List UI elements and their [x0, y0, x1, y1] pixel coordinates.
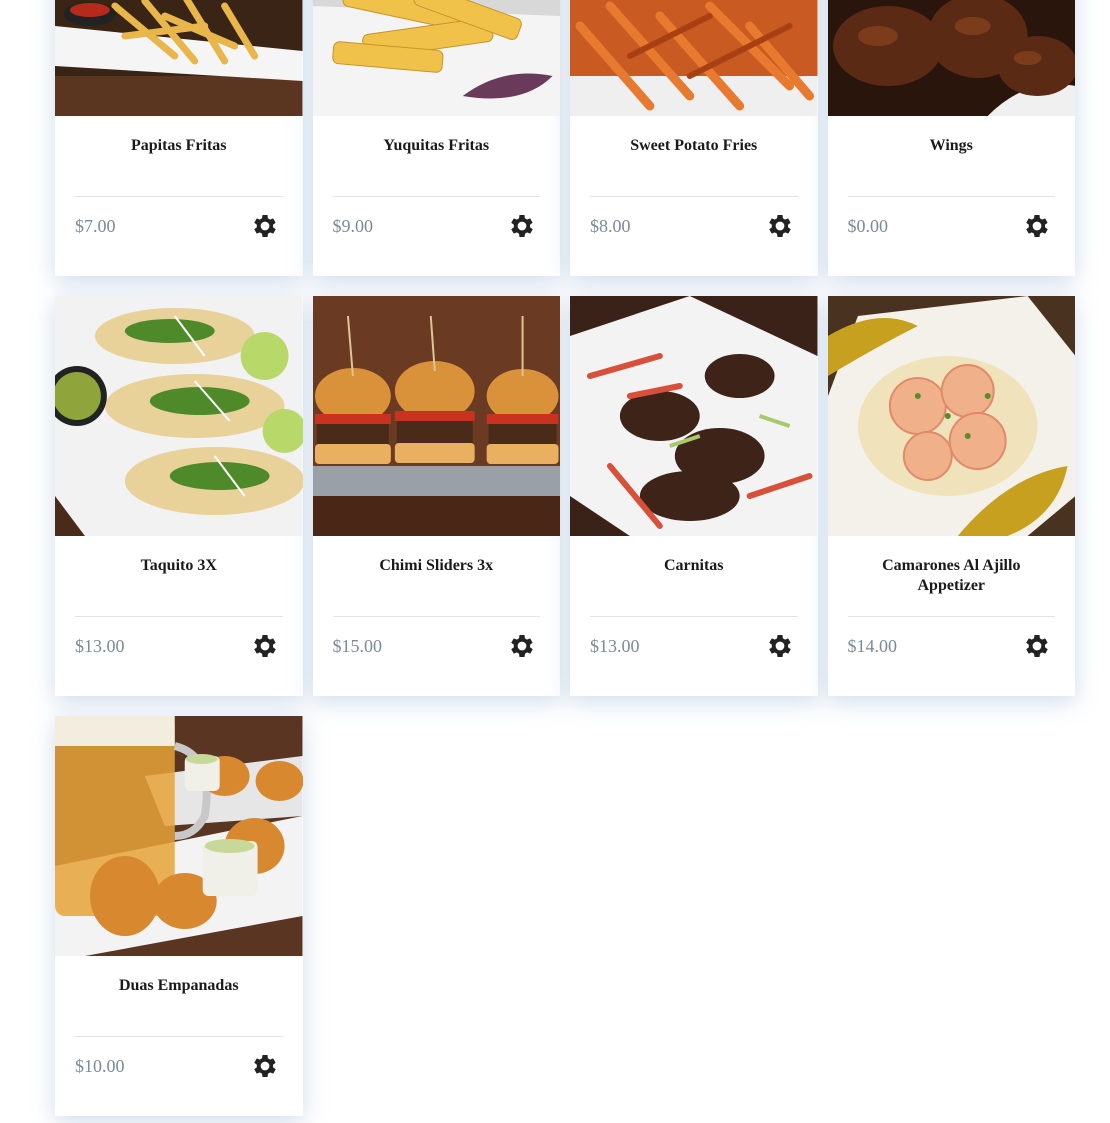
menu-item-price: $10.00 [75, 1055, 125, 1076]
menu-item-price: $13.00 [75, 635, 125, 656]
menu-item-title: Duas Empanadas [118, 977, 239, 994]
menu-item-price: $9.00 [332, 215, 374, 236]
menu-item-title: Sweet Potato Fries [630, 137, 758, 154]
menu-item-title: Carnitas [663, 557, 724, 574]
gear-icon[interactable] [1022, 211, 1052, 241]
yuca-fries-photo[interactable] [312, 0, 560, 116]
menu-item-footer: $13.00 [75, 616, 283, 675]
menu-item-price: $14.00 [847, 635, 898, 656]
menu-item-footer: $9.00 [332, 196, 540, 255]
menu-item-footer: $7.00 [75, 196, 283, 255]
carnitas-photo[interactable] [570, 296, 818, 536]
gear-icon[interactable] [507, 211, 537, 241]
menu-item-title: Taquito 3X [140, 557, 217, 574]
menu-item-card[interactable]: Papitas Fritas $7.00 [55, 0, 303, 276]
menu-item-title: Yuquitas Fritas [383, 137, 490, 154]
gear-icon[interactable] [1022, 631, 1052, 661]
menu-item-footer: $13.00 [590, 616, 798, 675]
menu-item-title: Camarones Al Ajillo Appetizer [882, 557, 1021, 594]
menu-item-footer: $15.00 [332, 616, 540, 675]
menu-item-title: Chimi Sliders 3x [379, 557, 494, 574]
gear-icon[interactable] [765, 631, 795, 661]
menu-grid: Papitas Fritas $7.00 Yuquitas Fritas $9.… [55, 0, 1075, 1116]
menu-item-card[interactable]: Wings $0.00 [827, 0, 1075, 276]
menu-item-card[interactable]: Taquito 3X $13.00 [55, 296, 303, 696]
menu-item-title: Wings [929, 137, 973, 154]
sweet-potato-fries-photo[interactable] [570, 0, 818, 116]
menu-item-price: $8.00 [590, 215, 631, 236]
menu-item-card[interactable]: Carnitas $13.00 [570, 296, 818, 696]
menu-item-footer: $10.00 [75, 1036, 283, 1095]
fries-photo[interactable] [55, 0, 303, 116]
menu-item-card[interactable]: Chimi Sliders 3x $15.00 [312, 296, 560, 696]
wings-photo[interactable] [827, 0, 1075, 116]
menu-item-card[interactable]: Duas Empanadas $10.00 [55, 716, 303, 1116]
menu-item-footer: $14.00 [847, 616, 1055, 675]
gear-icon[interactable] [765, 211, 795, 241]
gear-icon[interactable] [250, 211, 280, 241]
menu-item-price: $15.00 [332, 635, 383, 656]
gear-icon[interactable] [250, 631, 280, 661]
menu-item-price: $7.00 [75, 215, 116, 236]
menu-item-card[interactable]: Camarones Al Ajillo Appetizer $14.00 [827, 296, 1075, 696]
gear-icon[interactable] [250, 1051, 280, 1081]
shrimp-photo[interactable] [827, 296, 1075, 536]
empanadas-photo[interactable] [55, 716, 303, 956]
menu-item-price: $0.00 [847, 215, 889, 236]
sliders-photo[interactable] [312, 296, 560, 536]
menu-item-footer: $8.00 [590, 196, 798, 255]
tacos-photo[interactable] [55, 296, 303, 536]
gear-icon[interactable] [507, 631, 537, 661]
menu-item-footer: $0.00 [847, 196, 1055, 255]
menu-item-price: $13.00 [590, 635, 640, 656]
menu-item-title: Papitas Fritas [130, 137, 227, 154]
menu-item-card[interactable]: Sweet Potato Fries $8.00 [570, 0, 818, 276]
menu-item-card[interactable]: Yuquitas Fritas $9.00 [312, 0, 560, 276]
